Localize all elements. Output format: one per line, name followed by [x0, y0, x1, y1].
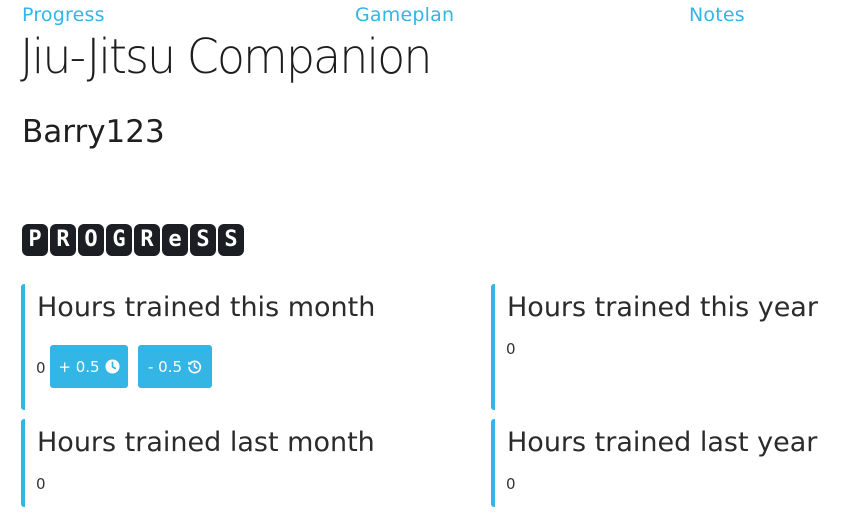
username: Barry123	[22, 114, 165, 150]
heading-letter-tile: S	[218, 224, 244, 256]
nav-gameplan-link[interactable]: Gameplan	[355, 4, 454, 26]
heading-letter-tile: O	[78, 224, 104, 256]
card-hours-this-month: Hours trained this month 0 + 0.5 - 0.5	[21, 284, 481, 410]
remove-half-hour-label: - 0.5	[147, 357, 183, 376]
nav-progress-link[interactable]: Progress	[22, 4, 105, 26]
card-title: Hours trained last year	[507, 427, 818, 458]
app-title: Jiu-Jitsu Companion	[20, 28, 432, 85]
heading-letter-tile: P	[22, 224, 48, 256]
heading-letter-tile: e	[162, 224, 188, 256]
card-title: Hours trained this month	[37, 292, 376, 323]
remove-half-hour-button[interactable]: - 0.5	[138, 345, 212, 388]
progress-section-heading: P R O G R e S S	[22, 224, 244, 256]
history-icon	[187, 359, 202, 374]
hours-this-year-value: 0	[506, 340, 516, 358]
card-hours-last-month: Hours trained last month 0	[21, 419, 481, 507]
nav-notes-link[interactable]: Notes	[689, 4, 745, 26]
hours-this-month-value: 0	[36, 359, 46, 377]
heading-letter-tile: G	[106, 224, 132, 256]
add-half-hour-label: + 0.5	[58, 357, 100, 376]
card-hours-this-year: Hours trained this year 0	[491, 284, 841, 410]
heading-letter-tile: R	[134, 224, 160, 256]
clock-icon	[105, 359, 120, 374]
card-hours-last-year: Hours trained last year 0	[491, 419, 841, 507]
top-nav: Progress Gameplan Notes	[22, 4, 848, 30]
add-half-hour-button[interactable]: + 0.5	[50, 345, 128, 388]
heading-letter-tile: R	[50, 224, 76, 256]
heading-letter-tile: S	[190, 224, 216, 256]
card-title: Hours trained this year	[507, 292, 818, 323]
hours-last-month-value: 0	[36, 475, 46, 493]
hours-last-year-value: 0	[506, 475, 516, 493]
card-title: Hours trained last month	[37, 427, 375, 458]
